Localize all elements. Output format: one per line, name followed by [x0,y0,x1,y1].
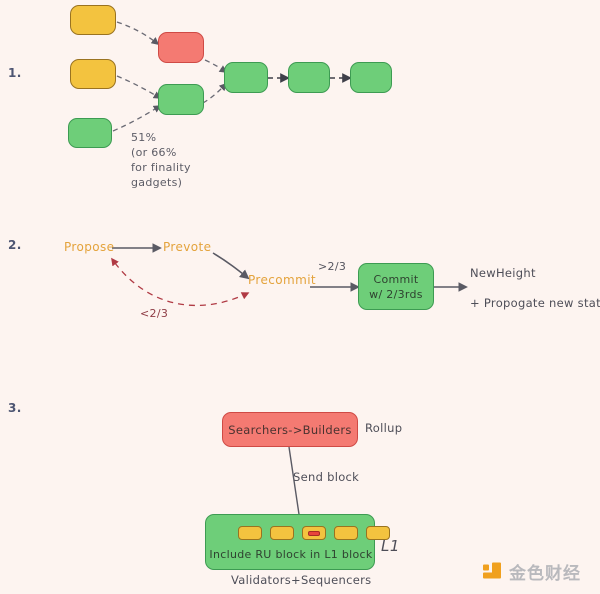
commit-box-label: Commit w/ 2/3rds [369,272,423,301]
l1-box-label: Include RU block in L1 block [209,547,373,561]
phase-propose: Propose [64,240,115,254]
step-number-2: 2. [8,238,22,252]
l1-mini-block-2 [302,526,326,540]
watermark-text: 金色财经 [509,564,581,584]
searchers-builders-box: Searchers->Builders [222,412,358,447]
phase-precommit: Precommit [248,273,317,287]
block-orphan [158,32,204,63]
rollup-label: Rollup [365,421,403,435]
searchers-builders-label: Searchers->Builders [228,422,352,437]
watermark: 金色财经 [481,559,581,584]
block-canonical-3 [288,62,330,93]
phase-prevote: Prevote [163,240,212,254]
block-canonical-4 [350,62,392,93]
threshold-fail-label: <2/3 [140,307,169,320]
step-number-1: 1. [8,66,22,80]
rollup-block-marker [308,531,320,536]
diagram-canvas: 1. 51% (or 66% for finality gadgets) 2. … [0,0,600,594]
validators-sequencers-label: Validators+Sequencers [231,573,372,587]
step-number-3: 3. [8,401,22,415]
send-block-label: Send block [293,470,360,484]
block-canonical-1 [158,84,204,115]
l1-layer-label: L1 [381,537,400,555]
block-canonical-2 [224,62,268,93]
threshold-pass-label: >2/3 [318,260,347,273]
block-fork-c [68,118,112,148]
jinse-logo-icon [483,562,501,578]
block-fork-a [70,5,116,35]
majority-threshold-note: 51% (or 66% for finality gadgets) [131,131,191,189]
section3-arrows [288,446,304,523]
l1-mini-block-3 [334,526,358,540]
l1-mini-block-1 [270,526,294,540]
block-fork-b [70,59,116,89]
l1-mini-block-0 [238,526,262,540]
outcome-propagate-state: + Propogate new state [470,296,600,310]
outcome-newheight: NewHeight [470,266,536,280]
commit-box: Commit w/ 2/3rds [358,263,434,310]
